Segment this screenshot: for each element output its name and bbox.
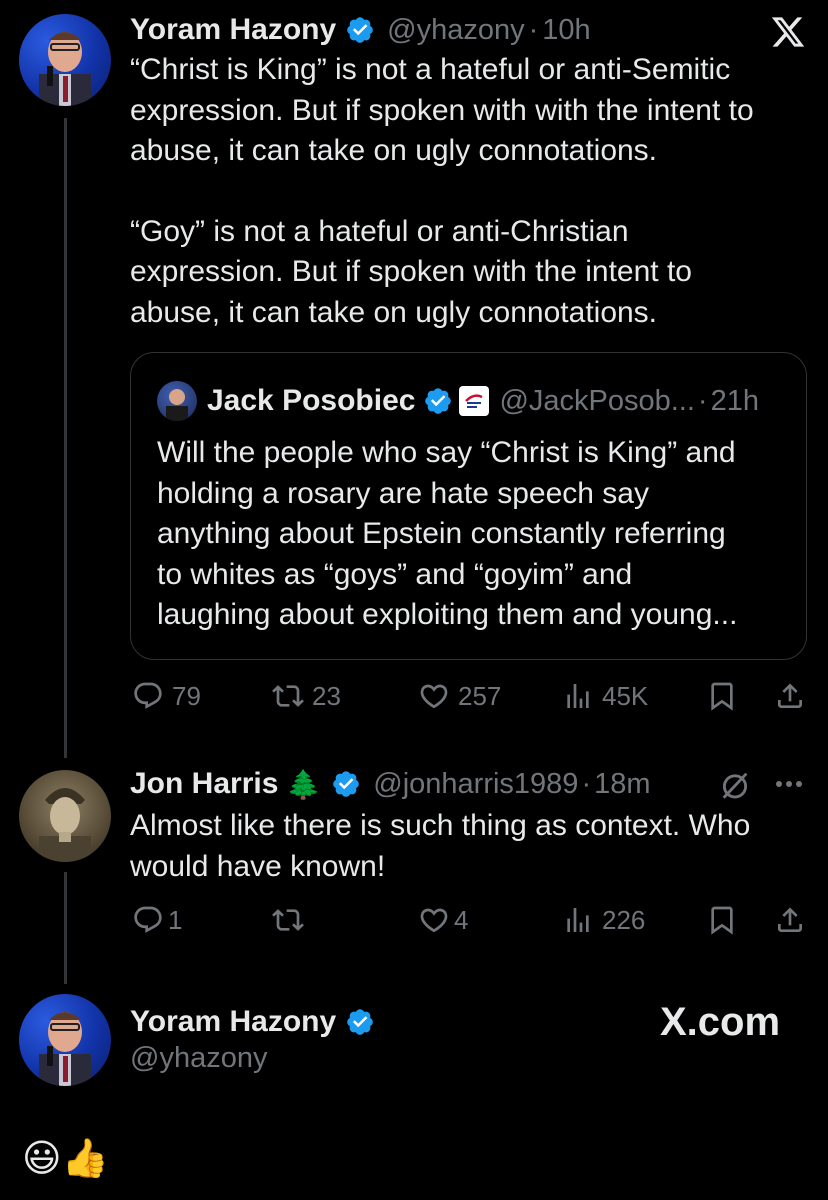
avatar-image: [39, 788, 91, 862]
reply-count: 79: [172, 680, 201, 711]
reply-button[interactable]: 1: [132, 904, 182, 936]
like-button[interactable]: 257: [418, 680, 501, 712]
emoji-reaction: 😃👍: [22, 1138, 109, 1180]
tweet-header: Yoram Hazony @yhazony · 10h: [130, 10, 591, 50]
tweet-text-line: “Christ is King” is not a hateful or ant…: [130, 53, 731, 86]
like-icon: [420, 908, 448, 933]
bookmark-button[interactable]: [706, 904, 738, 936]
dot-separator: ·: [581, 767, 592, 800]
views-icon: [567, 684, 589, 708]
quote-text-line: laughing about exploiting them and young…: [157, 598, 738, 631]
avatar[interactable]: [19, 14, 111, 106]
author-name[interactable]: Yoram Hazony: [130, 13, 336, 47]
avatar-image: [39, 32, 91, 106]
x-com-brand[interactable]: X.com: [660, 1000, 780, 1045]
tweet-body: “Christ is King” is not a hateful or ant…: [130, 50, 820, 333]
avatar[interactable]: [19, 770, 111, 862]
views-button[interactable]: 45K: [562, 680, 648, 712]
avatar-image: [39, 1012, 91, 1086]
dot-separator: ·: [528, 13, 539, 46]
quote-body: Will the people who say “Christ is King”…: [157, 433, 797, 636]
reply-header: Jon Harris 🌲 @jonharris1989 · 18m: [130, 764, 651, 804]
quote-author-name[interactable]: Jack Posobiec: [207, 384, 415, 418]
like-count: 257: [458, 680, 502, 711]
repost-button[interactable]: 23: [272, 680, 341, 712]
reply-body: Almost like there is such thing as conte…: [130, 806, 820, 887]
profile-name[interactable]: Yoram Hazony: [130, 1005, 336, 1039]
quote-text-line: Will the people who say “Christ is King”…: [157, 436, 736, 469]
profile-name-row: Yoram Hazony: [130, 1002, 375, 1042]
more-icon[interactable]: [772, 774, 806, 794]
avatar[interactable]: [19, 994, 111, 1086]
views-count: 45K: [602, 680, 649, 711]
reply-icon: [134, 682, 162, 709]
tweet-text-line: abuse, it can take on ugly connotations.: [130, 295, 658, 329]
bookmark-icon: [711, 682, 733, 711]
tweet-time[interactable]: 10h: [542, 14, 590, 47]
share-icon: [778, 683, 802, 708]
verified-badge-icon: [347, 17, 373, 43]
reply-text-line: Almost like there is such thing as conte…: [130, 809, 751, 842]
reply-time[interactable]: 18m: [594, 768, 650, 801]
tweet-text-line: abuse, it can take on ugly connotations.: [130, 134, 658, 167]
verified-badge-icon: [347, 1009, 373, 1035]
quote-text-line: holding a rosary are hate speech say: [157, 476, 649, 510]
tree-emoji-icon: 🌲: [286, 768, 322, 800]
quote-header: Jack Posobiec @JackPosob... · 21h: [157, 381, 759, 421]
quote-avatar-image: [166, 389, 188, 421]
affiliate-badge-icon: [459, 386, 490, 416]
share-button[interactable]: [774, 680, 806, 712]
profile-handle[interactable]: @yhazony: [130, 1042, 267, 1075]
thread-line: [64, 118, 67, 758]
like-icon: [420, 684, 448, 709]
quote-text-line: to whites as “goys” and “goyim” and: [157, 557, 633, 591]
affiliate-logo: [465, 394, 484, 408]
thread-line: [64, 872, 67, 984]
repost-icon: [272, 909, 304, 931]
tweet-text-line: expression. But if spoken with the inten…: [130, 255, 692, 288]
dot-separator: ·: [697, 384, 708, 417]
repost-button[interactable]: [272, 904, 312, 936]
reply-icon: [134, 906, 162, 933]
verified-badge-icon: [333, 771, 360, 797]
repost-count: 23: [312, 680, 341, 711]
quote-author-handle[interactable]: @JackPosob...: [499, 385, 694, 418]
author-handle[interactable]: @yhazony: [387, 14, 524, 47]
reply-text-line: would have known!: [130, 849, 386, 883]
bookmark-button[interactable]: [706, 680, 738, 712]
views-icon: [567, 908, 589, 932]
share-icon: [778, 907, 802, 932]
views-count: 226: [602, 904, 646, 935]
quote-avatar[interactable]: [157, 381, 197, 421]
tweet-text-line: “Goy” is not a hateful or anti-Christian: [130, 214, 629, 248]
quote-text-line: anything about Epstein constantly referr…: [157, 517, 726, 550]
reply-button[interactable]: 79: [132, 680, 201, 712]
verified-badge-icon: [425, 388, 452, 414]
share-button[interactable]: [774, 904, 806, 936]
reply-author-handle[interactable]: @jonharris1989: [373, 768, 578, 801]
like-button[interactable]: 4: [418, 904, 468, 936]
reply-count: 1: [168, 904, 183, 935]
x-logo-icon[interactable]: [770, 14, 806, 50]
mute-icon[interactable]: [718, 768, 752, 802]
quote-time[interactable]: 21h: [711, 385, 759, 418]
reply-author-name[interactable]: Jon Harris: [130, 767, 278, 801]
like-count: 4: [454, 904, 469, 935]
tweet-text-line: expression. But if spoken with with the …: [130, 93, 754, 127]
views-button[interactable]: 226: [562, 904, 645, 936]
repost-icon: [272, 685, 304, 707]
quote-tweet[interactable]: Jack Posobiec @JackPosob... · 21h Will t…: [130, 352, 807, 660]
bookmark-icon: [711, 906, 733, 935]
